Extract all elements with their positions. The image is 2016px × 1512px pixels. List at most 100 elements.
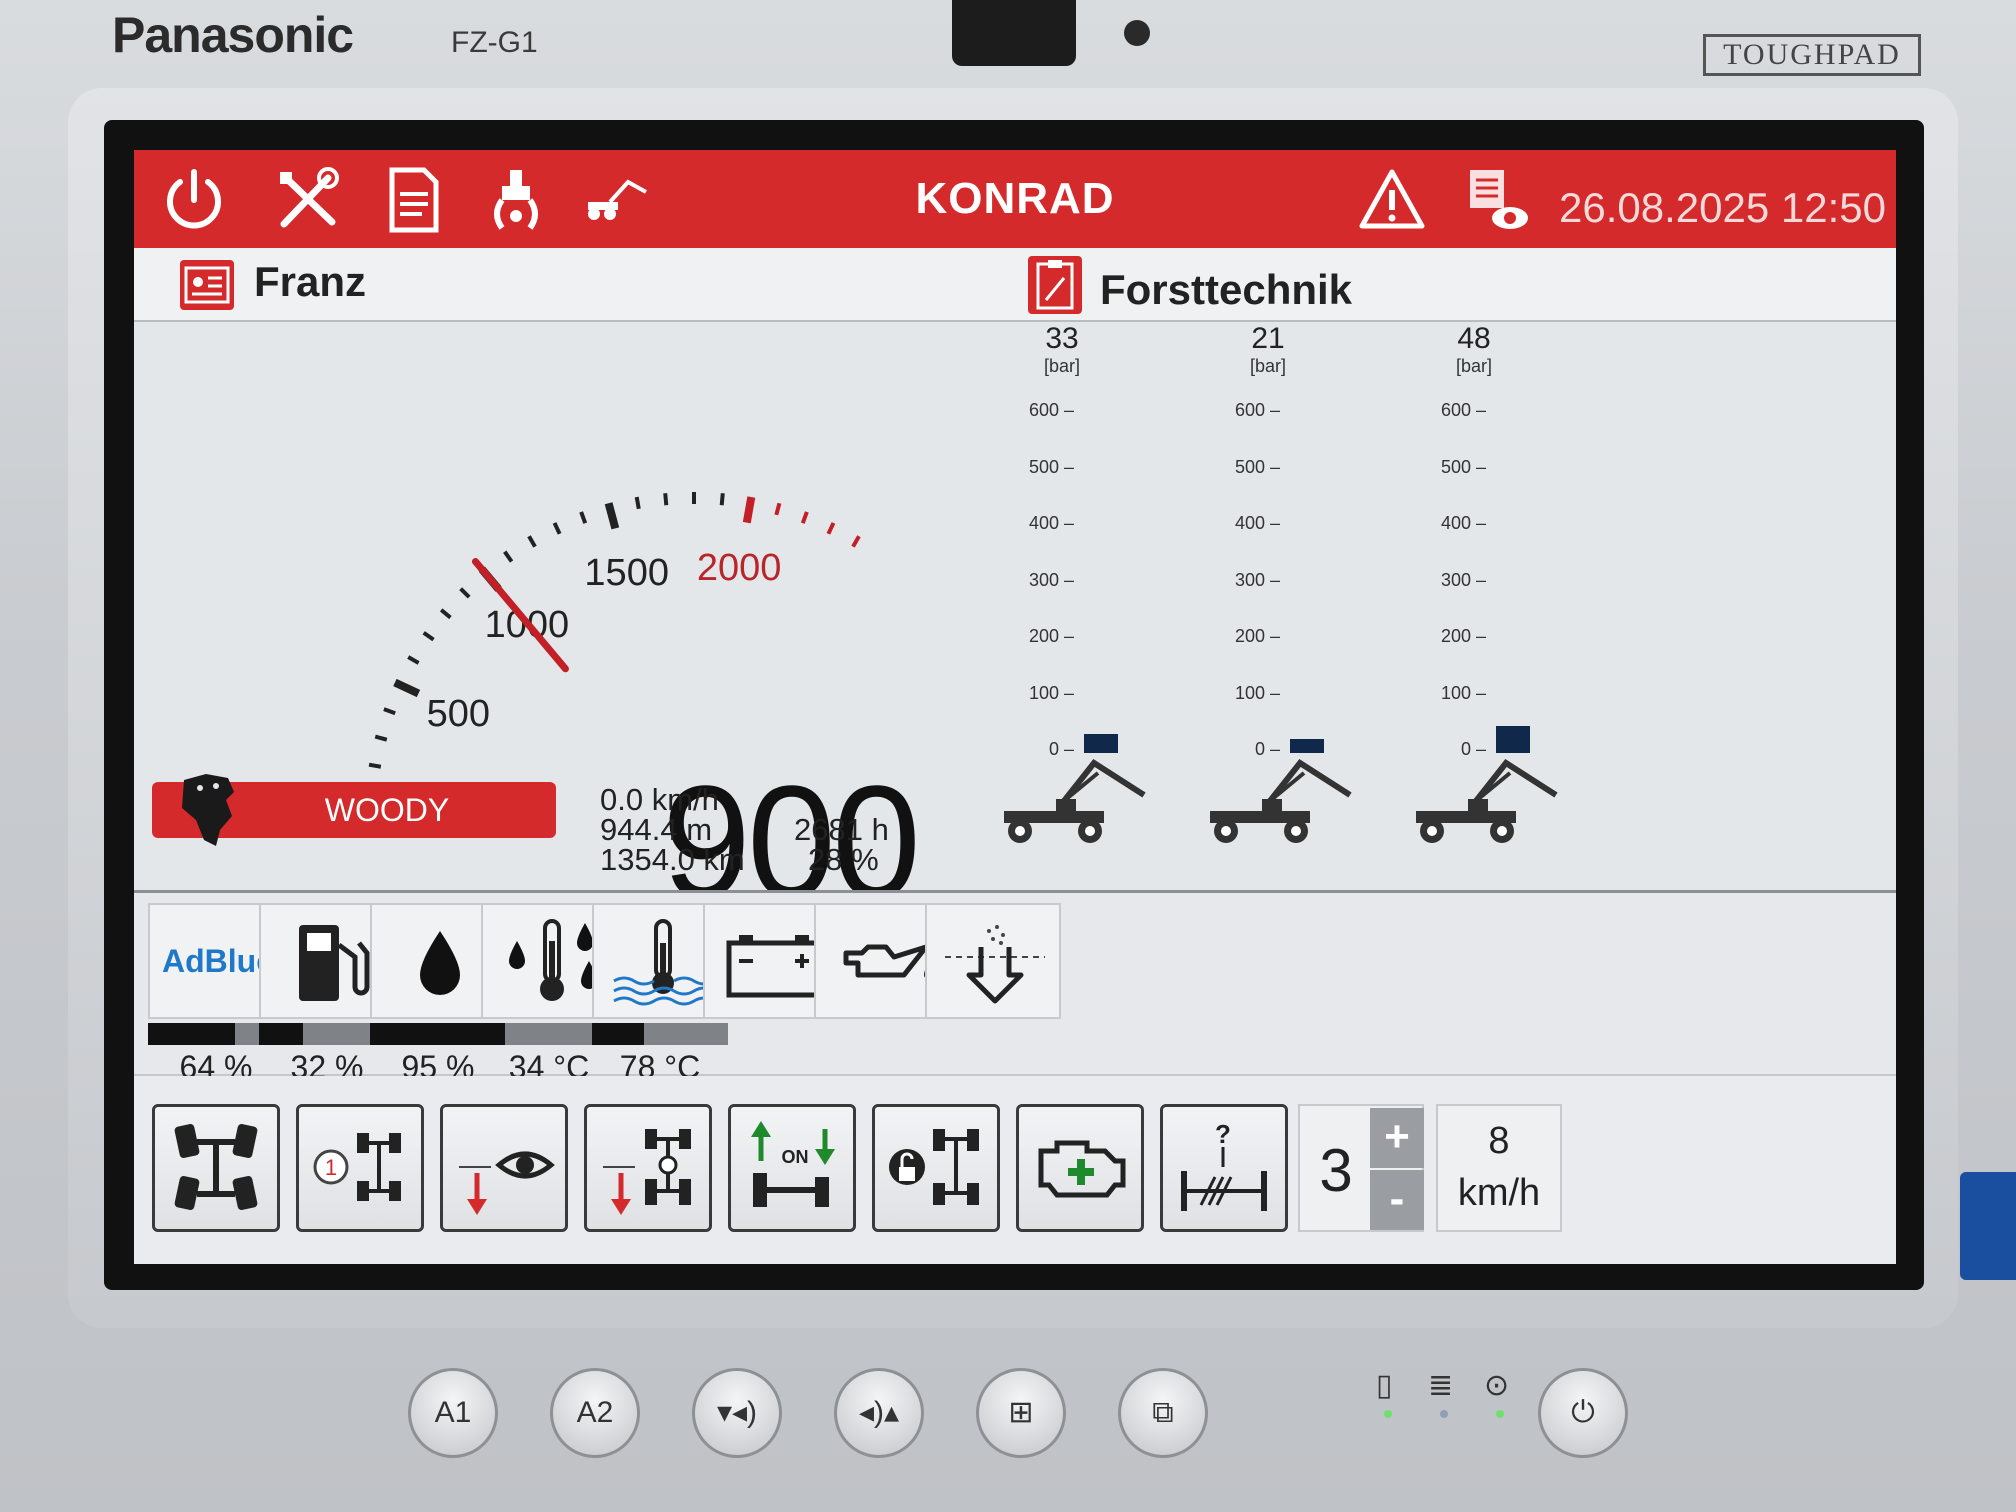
- axle-lock-button[interactable]: [872, 1104, 1000, 1232]
- pressure-scale-label: 100 –: [1028, 682, 1074, 703]
- rpm-tick: [851, 535, 861, 548]
- steering-mode-button[interactable]: [152, 1104, 280, 1232]
- company-name: Forsttechnik: [1100, 266, 1353, 313]
- fuel-icon: [299, 925, 370, 1001]
- pressure-unit: [bar]: [1043, 356, 1081, 376]
- pressure-unit: [bar]: [1249, 356, 1287, 376]
- brand-logo: Panasonic: [112, 7, 354, 63]
- battery-icon: [726, 935, 822, 998]
- svg-text:ON: ON: [782, 1147, 809, 1167]
- pressure-scale-label: 200 –: [1234, 626, 1280, 646]
- top-bar: KONRAD 26.08.2025 12:50: [134, 150, 1896, 248]
- hw-power-icon[interactable]: ⏻: [1538, 1368, 1628, 1458]
- axle-1-button[interactable]: 1: [296, 1104, 424, 1232]
- percent-readout: 28 %: [808, 842, 879, 877]
- pressure-scale-label: 600 –: [1440, 400, 1486, 420]
- machine-label[interactable]: WOODY: [152, 774, 556, 846]
- air-filter-tile[interactable]: [925, 903, 1061, 1019]
- volume-up-icon[interactable]: ◂)▴: [834, 1368, 924, 1458]
- rpm-tick: [774, 502, 782, 516]
- fuel-level-fill: [259, 1023, 303, 1045]
- pressure-scale-label: 500 –: [1234, 456, 1280, 477]
- rpm-tick: [800, 511, 809, 524]
- rpm-tick: [393, 678, 421, 698]
- clipboard-icon[interactable]: [1028, 256, 1082, 314]
- lower-view-button[interactable]: [440, 1104, 568, 1232]
- pressure-value: 33: [1045, 322, 1079, 355]
- winch-button[interactable]: ?: [1160, 1104, 1288, 1232]
- operator-card-icon[interactable]: [180, 260, 234, 310]
- rpm-tick: [374, 734, 388, 742]
- app-screen: KONRAD 26.08.2025 12:50 Franz Forsttechn…: [134, 150, 1896, 1264]
- wireless-led: [1496, 1410, 1504, 1418]
- engine-start-button[interactable]: [1016, 1104, 1144, 1232]
- storage-led-icon: ≣: [1428, 1369, 1454, 1402]
- battery-led-icon: ▯: [1376, 1369, 1393, 1402]
- engine-oil-icon: [843, 944, 932, 979]
- oil-temperature-level-fill: [481, 1023, 506, 1045]
- gear-down-button[interactable]: -: [1370, 1170, 1424, 1230]
- pressure-value: 48: [1457, 322, 1491, 355]
- rpm-tick: [552, 522, 562, 535]
- on-mode-button[interactable]: ON: [728, 1104, 856, 1232]
- rpm-tick: [579, 511, 588, 524]
- device-bezel: Panasonic FZ-G1 TOUGHPAD KONRAD 26.08.20…: [0, 0, 2016, 1512]
- forwarder-icon: [1004, 759, 1146, 843]
- gear-up-button[interactable]: +: [1370, 1108, 1424, 1168]
- control-row: 1 ON ? 3 + - 8 km/h: [134, 1076, 1896, 1264]
- rpm-tick: [368, 762, 382, 769]
- pressure-scale-label: 100 –: [1440, 682, 1486, 703]
- pressure-scale-label: 300 –: [1440, 569, 1486, 590]
- battery-led: [1384, 1410, 1392, 1418]
- adblue-level-fill: [148, 1023, 236, 1045]
- rpm-tick: [503, 550, 514, 563]
- oil-temperature-icon: [509, 919, 597, 1001]
- speed-limit-value: 8: [1488, 1120, 1510, 1162]
- pressure-unit: [bar]: [1455, 356, 1493, 376]
- pressure-bar: [1290, 739, 1324, 753]
- log-view-icon[interactable]: [1460, 164, 1532, 236]
- forwarder-icon: [1210, 759, 1352, 843]
- rpm-tick: [604, 502, 620, 530]
- pressure-value: 21: [1251, 322, 1285, 355]
- user-bar: Franz Forsttechnik: [134, 248, 1896, 322]
- rpm-tick: [439, 608, 452, 620]
- rpm-tick: [742, 496, 756, 524]
- pressure-scale-label: 200 –: [1440, 626, 1486, 646]
- rpm-tick-label: 2000: [697, 547, 782, 589]
- rpm-tick-label: 1500: [584, 552, 669, 594]
- pressure-scale-label: 400 –: [1440, 513, 1486, 533]
- toughpad-badge: TOUGHPAD: [1703, 34, 1921, 76]
- coolant-temperature-level-fill: [592, 1023, 644, 1045]
- rpm-tick: [422, 631, 435, 642]
- windows-icon[interactable]: ⊞: [976, 1368, 1066, 1458]
- pressure-gauge: 48 [bar] 600 –500 –400 –300 –200 –100 –0 –: [1416, 322, 1616, 882]
- hydraulic-oil-level-fill: [370, 1023, 500, 1045]
- status-row: AdBlue 64 % 32 % 95 % 34 °C 78 °C: [134, 890, 1896, 1085]
- hw-button-a2[interactable]: A2: [550, 1368, 640, 1458]
- pressure-bar: [1084, 734, 1118, 753]
- lower-axle-button[interactable]: [584, 1104, 712, 1232]
- pressure-scale-label: 500 –: [1440, 456, 1486, 477]
- date-time: 26.08.2025 12:50: [1559, 184, 1886, 231]
- camera-lens: [1124, 20, 1150, 46]
- rpm-tick: [407, 655, 420, 665]
- pressure-scale-label: 500 –: [1028, 456, 1074, 477]
- distance-km-readout: 1354.0 km: [600, 842, 745, 877]
- operator-name: Franz: [254, 258, 367, 305]
- wireless-led-icon: ⊙: [1484, 1369, 1510, 1402]
- pressure-scale-label: 600 –: [1234, 400, 1280, 420]
- pressure-scale-label: 600 –: [1028, 400, 1074, 420]
- rpm-tick: [634, 496, 641, 510]
- warning-icon[interactable]: [1356, 164, 1428, 236]
- rpm-tick: [459, 587, 471, 599]
- storage-led: [1440, 1410, 1448, 1418]
- hw-button-a1[interactable]: A1: [408, 1368, 498, 1458]
- speed-limit-button[interactable]: 8 km/h: [1436, 1104, 1562, 1232]
- volume-down-icon[interactable]: ▾◂): [692, 1368, 782, 1458]
- rotate-icon[interactable]: ⧉: [1118, 1368, 1208, 1458]
- rpm-tick: [663, 493, 669, 506]
- rpm-tick: [527, 535, 537, 548]
- forwarder-icon: [1416, 759, 1558, 843]
- gauge-area: 0500100015002000 900 0.0 km/h 944.4 m 13…: [134, 322, 1896, 931]
